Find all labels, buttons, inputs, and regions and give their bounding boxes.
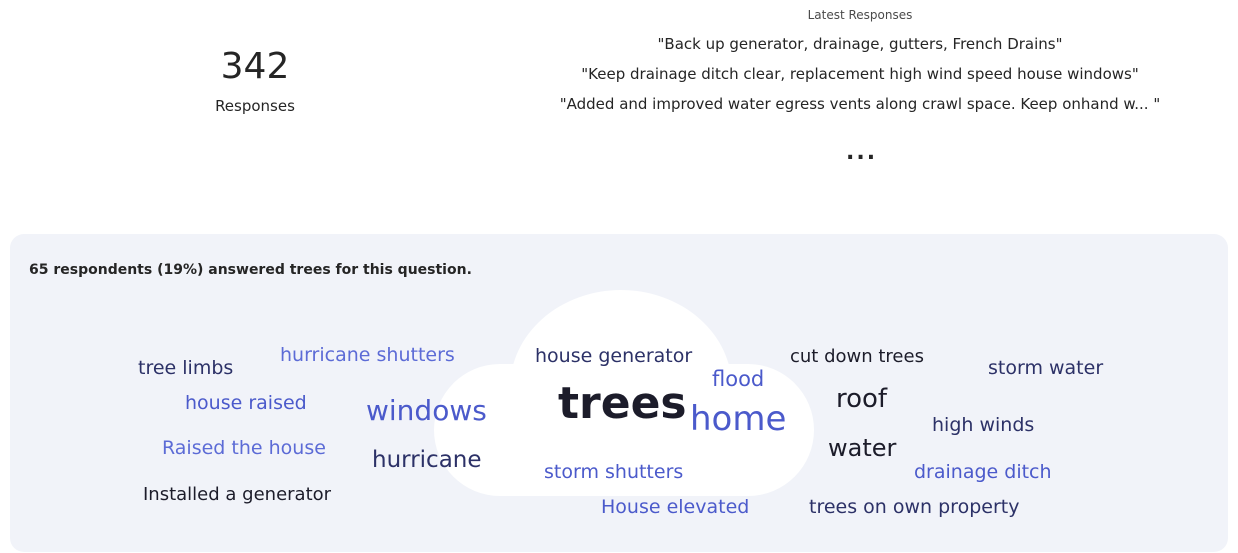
word-home[interactable]: home xyxy=(690,402,786,436)
latest-responses: Latest Responses "Back up generator, dra… xyxy=(480,6,1238,124)
word-roof[interactable]: roof xyxy=(836,386,887,412)
word-house-raised[interactable]: house raised xyxy=(185,394,307,413)
word-drainage-ditch[interactable]: drainage ditch xyxy=(914,463,1052,482)
word-cloud-panel: 65 respondents (19%) answered trees for … xyxy=(10,234,1228,552)
word-storm-water[interactable]: storm water xyxy=(988,359,1103,378)
word-storm-shutters[interactable]: storm shutters xyxy=(544,463,683,482)
latest-responses-title: Latest Responses xyxy=(807,8,913,22)
latest-response-item: "Back up generator, drainage, gutters, F… xyxy=(657,35,1063,53)
word-hurricane[interactable]: hurricane xyxy=(372,449,482,472)
word-house-elevated[interactable]: House elevated xyxy=(601,498,749,517)
response-count: 342 xyxy=(220,46,290,87)
word-house-generator[interactable]: house generator xyxy=(535,347,692,366)
word-water[interactable]: water xyxy=(828,436,896,460)
word-cut-down-trees[interactable]: cut down trees xyxy=(790,348,924,366)
word-trees[interactable]: trees xyxy=(558,382,687,426)
word-high-winds[interactable]: high winds xyxy=(932,416,1034,435)
word-windows[interactable]: windows xyxy=(366,397,487,425)
latest-response-item: "Keep drainage ditch clear, replacement … xyxy=(581,65,1139,83)
word-hurricane-shutters[interactable]: hurricane shutters xyxy=(280,346,455,365)
word-flood[interactable]: flood xyxy=(712,369,764,390)
latest-responses-list: "Back up generator, drainage, gutters, F… xyxy=(480,34,1238,114)
word-installed-a-generator[interactable]: Installed a generator xyxy=(143,486,331,504)
latest-response-item: "Added and improved water egress vents a… xyxy=(559,95,1161,113)
more-responses-ellipsis-icon[interactable]: ... xyxy=(846,142,877,164)
response-count-label: Responses xyxy=(215,97,295,115)
word-cloud-caption: 65 respondents (19%) answered trees for … xyxy=(29,262,472,278)
response-count-block: 342 Responses xyxy=(180,44,330,116)
word-trees-on-own-property[interactable]: trees on own property xyxy=(809,498,1019,517)
word-tree-limbs[interactable]: tree limbs xyxy=(138,359,233,378)
word-raised-the-house[interactable]: Raised the house xyxy=(162,439,326,458)
